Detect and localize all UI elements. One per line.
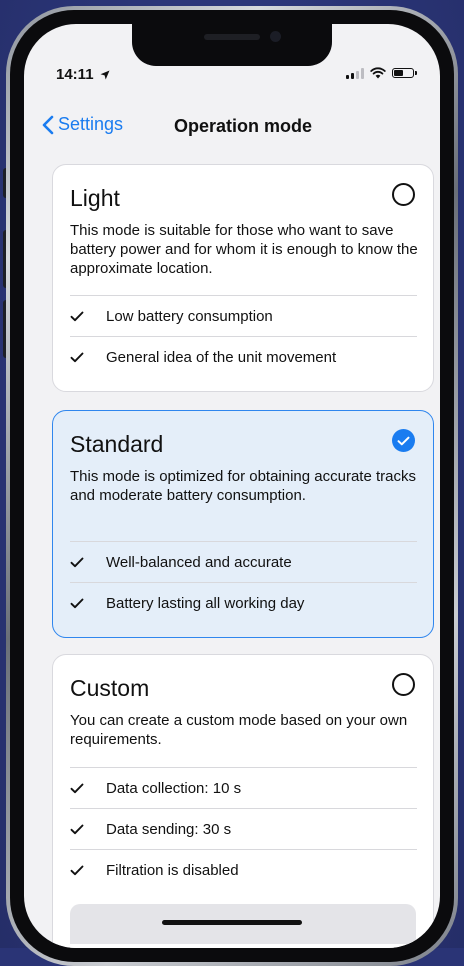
status-time: 14:11 xyxy=(56,66,110,83)
phone-frame: 14:11 Settings Operation mode Light This… xyxy=(6,6,458,966)
checkmark-icon xyxy=(70,352,88,363)
app-screen: 14:11 Settings Operation mode Light This… xyxy=(24,24,440,948)
feature-item: Well-balanced and accurate xyxy=(70,541,417,583)
feature-label: Data collection: 10 s xyxy=(106,780,242,797)
feature-item: Data collection: 10 s xyxy=(70,767,417,809)
radio-checked-icon[interactable] xyxy=(392,429,415,452)
status-icons xyxy=(346,67,417,79)
radio-empty-icon[interactable] xyxy=(392,183,415,206)
location-arrow-icon xyxy=(100,70,110,80)
mode-card-light[interactable]: Light This mode is suitable for those wh… xyxy=(52,164,434,392)
earpiece-speaker xyxy=(204,34,260,40)
feature-item: Filtration is disabled xyxy=(70,849,417,891)
mode-title: Light xyxy=(70,185,120,211)
mode-title: Custom xyxy=(70,675,150,701)
feature-label: General idea of the unit movement xyxy=(106,349,337,366)
checkmark-icon xyxy=(70,311,88,322)
feature-item: Low battery consumption xyxy=(70,295,417,337)
battery-icon xyxy=(392,68,417,78)
checkmark-icon xyxy=(70,598,88,609)
feature-label: Low battery consumption xyxy=(106,308,273,325)
phone-bezel: 14:11 Settings Operation mode Light This… xyxy=(10,10,454,962)
feature-item: Data sending: 30 s xyxy=(70,808,417,850)
wifi-icon xyxy=(370,67,386,79)
checkmark-icon xyxy=(70,557,88,568)
mode-description: You can create a custom mode based on yo… xyxy=(70,712,408,748)
feature-label: Well-balanced and accurate xyxy=(106,554,292,571)
checkmark-icon xyxy=(70,783,88,794)
back-button[interactable]: Settings xyxy=(42,114,123,135)
mode-description: This mode is optimized for obtaining acc… xyxy=(70,468,416,504)
status-time-text: 14:11 xyxy=(56,66,94,83)
feature-label: Filtration is disabled xyxy=(106,862,239,879)
mode-description: This mode is suitable for those who want… xyxy=(70,222,418,277)
checkmark-icon xyxy=(70,865,88,876)
feature-item: General idea of the unit movement xyxy=(70,336,417,378)
phone-notch xyxy=(132,24,332,66)
radio-empty-icon[interactable] xyxy=(392,673,415,696)
home-indicator[interactable] xyxy=(162,920,302,925)
front-camera xyxy=(270,31,281,42)
navigation-bar: Settings Operation mode xyxy=(24,108,440,148)
feature-label: Battery lasting all working day xyxy=(106,595,305,612)
back-button-label: Settings xyxy=(58,114,124,134)
feature-item: Battery lasting all working day xyxy=(70,582,417,624)
chevron-left-icon xyxy=(42,115,54,134)
page-title: Operation mode xyxy=(174,116,313,136)
mode-card-standard[interactable]: Standard This mode is optimized for obta… xyxy=(52,410,434,638)
mode-title: Standard xyxy=(70,431,164,457)
cellular-signal-icon xyxy=(346,67,364,79)
feature-label: Data sending: 30 s xyxy=(106,821,232,838)
checkmark-icon xyxy=(70,824,88,835)
